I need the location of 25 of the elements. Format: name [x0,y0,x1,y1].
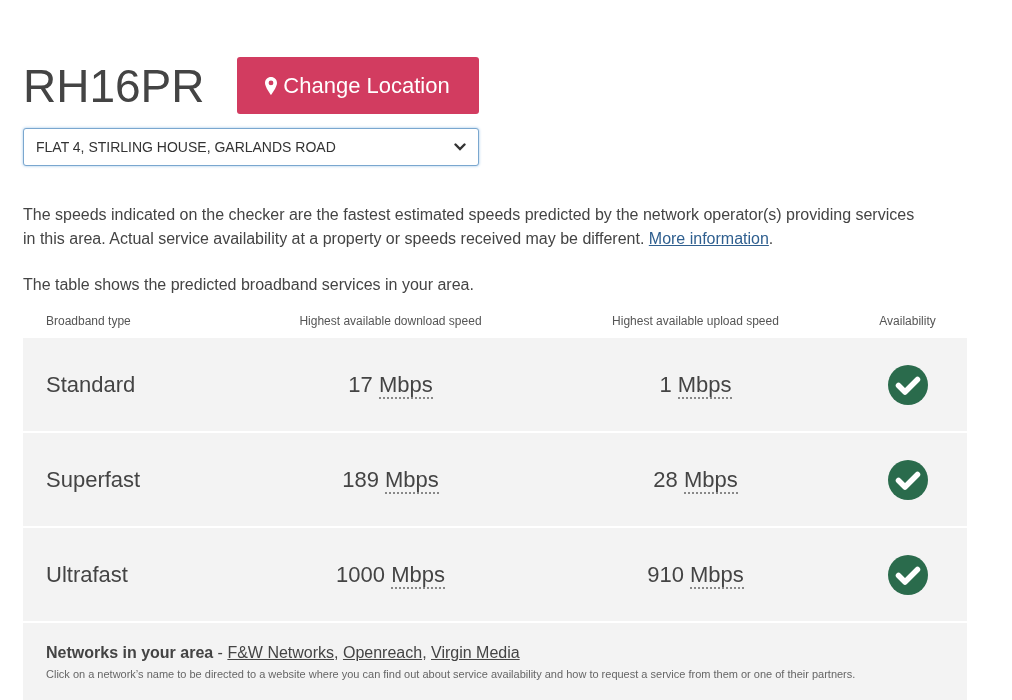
upload-speed: 910 Mbps [647,562,744,589]
chevron-down-icon [454,143,466,151]
networks-note: Click on a network’s name to be directed to a website where you can find out about service availability and how to request a service from them or one of their partners. [46,667,857,681]
network-link[interactable]: Virgin Media [431,644,520,661]
address-select[interactable]: FLAT 4, STIRLING HOUSE, GARLANDS ROAD [23,128,479,166]
table-intro-text: The table shows the predicted broadband services in your area. [23,275,475,295]
upload-speed: 28 Mbps [653,467,738,494]
map-pin-icon [265,76,278,95]
change-location-button[interactable]: Change Location [236,57,479,114]
download-speed: 189 Mbps [342,467,439,494]
networks-line: Networks in your area - F&W Networks, Openreach, Virgin Media [46,643,521,663]
broadband-type: Superfast [46,467,141,492]
column-header: Availability [878,312,937,330]
column-header: Broadband type [45,312,132,330]
broadband-type: Standard [46,372,136,397]
column-header: Highest available upload speed [611,312,780,330]
disclaimer-text: The speeds indicated on the checker are the fastest estimated speeds predicted by the network operator(s) providing services in this area. Actual service availability at a property or speeds received may be different. More information. [23,205,916,249]
download-speed: 17 Mbps [348,372,433,399]
download-speed: 1000 Mbps [336,562,445,589]
upload-speed: 1 Mbps [659,372,732,399]
network-link[interactable]: Openreach [342,644,423,661]
column-header: Highest available download speed [298,312,483,330]
more-information-link[interactable]: More information [648,230,769,247]
broadband-type: Ultrafast [46,562,128,587]
postcode-heading: RH16PR [23,62,205,109]
